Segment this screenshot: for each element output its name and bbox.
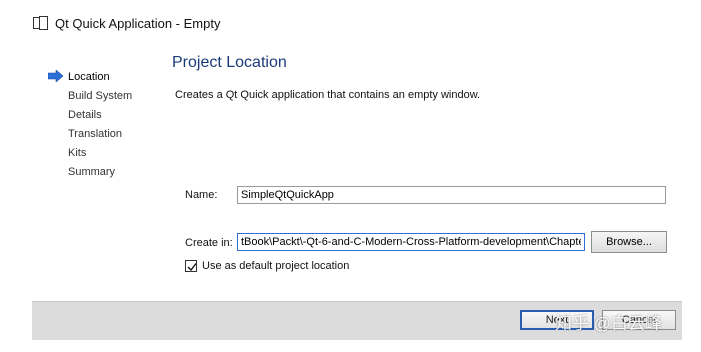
- name-input[interactable]: [237, 186, 666, 204]
- page-title: Project Location: [172, 54, 287, 71]
- create-in-input[interactable]: [237, 233, 585, 251]
- step-label: Details: [68, 108, 102, 121]
- default-location-label: Use as default project location: [202, 260, 350, 272]
- cancel-button[interactable]: Cancel: [602, 310, 676, 330]
- checkmark-icon: [187, 263, 197, 272]
- step-label: Translation: [68, 127, 123, 140]
- step-label: Summary: [68, 165, 116, 178]
- next-button[interactable]: Next: [520, 310, 594, 330]
- step-label: Kits: [68, 146, 87, 159]
- default-location-checkbox-row[interactable]: Use as default project location: [185, 260, 349, 272]
- step-details[interactable]: Details: [48, 105, 158, 124]
- step-location[interactable]: Location: [48, 67, 158, 86]
- window-title: Qt Quick Application - Empty: [55, 15, 221, 31]
- step-label: Location: [68, 70, 110, 83]
- step-translation[interactable]: Translation: [48, 124, 158, 143]
- step-kits[interactable]: Kits: [48, 143, 158, 162]
- default-location-checkbox[interactable]: [185, 260, 197, 272]
- create-in-label: Create in:: [185, 237, 233, 249]
- step-summary[interactable]: Summary: [48, 162, 158, 181]
- project-icon: [33, 16, 49, 30]
- browse-button[interactable]: Browse...: [591, 231, 667, 253]
- page-description: Creates a Qt Quick application that cont…: [175, 89, 481, 101]
- wizard-footer: Next Cancel: [32, 301, 682, 340]
- name-label: Name:: [185, 189, 218, 201]
- window-title-bar: Qt Quick Application - Empty: [33, 13, 220, 33]
- step-label: Build System: [68, 89, 133, 102]
- current-step-arrow-icon: [48, 70, 64, 82]
- step-build-system[interactable]: Build System: [48, 86, 158, 105]
- wizard-steps: Location Build System Details Translatio…: [48, 67, 158, 181]
